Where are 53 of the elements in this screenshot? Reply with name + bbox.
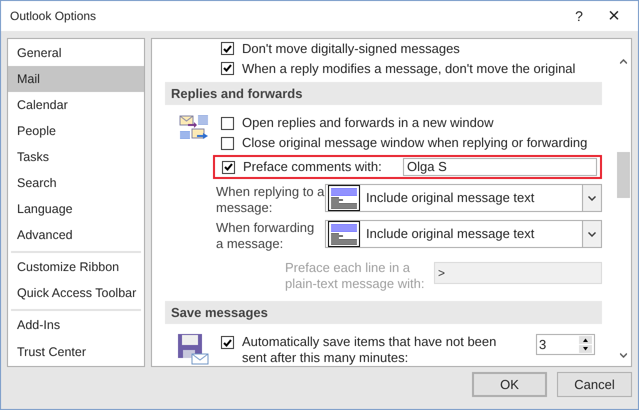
scroll-down-icon[interactable] — [620, 353, 627, 358]
ok-button[interactable]: OK — [472, 372, 547, 397]
increment-icon[interactable] — [579, 336, 592, 344]
dropdown-arrow-button[interactable] — [582, 185, 601, 211]
checkbox[interactable] — [221, 116, 234, 130]
dropdown-label: When forwarding a message: — [216, 220, 316, 252]
checkbox[interactable] — [221, 42, 234, 56]
chevron-down-icon — [588, 196, 596, 200]
scroll-up-icon[interactable] — [620, 59, 627, 64]
section-heading: Save messages — [165, 301, 602, 324]
sidebar-item[interactable]: General — [8, 40, 144, 66]
message-format-dropdown[interactable]: Include original message text — [325, 220, 602, 248]
sidebar-item[interactable]: Customize Ribbon — [8, 254, 144, 281]
decrement-icon[interactable] — [579, 345, 592, 353]
message-layout-icon — [328, 185, 360, 211]
dropdown-label: When replying to a message: — [216, 184, 325, 216]
spinner-value: 3 — [538, 336, 548, 354]
checkbox[interactable] — [222, 160, 235, 174]
option-label: Preface comments with: — [243, 158, 383, 176]
scrollbar-thumb[interactable] — [617, 152, 630, 198]
option-label: Automatically save items that have not been sent after this many minutes: — [242, 334, 498, 366]
sidebar-item[interactable]: Search — [8, 170, 144, 197]
reply-forward-icon — [179, 115, 209, 142]
section-heading: Replies and forwards — [165, 82, 602, 105]
sidebar-item[interactable]: Add-Ins — [8, 312, 144, 339]
sidebar-item[interactable]: Trust Center — [8, 338, 144, 365]
sidebar-item[interactable]: Quick Access Toolbar — [8, 280, 144, 307]
sidebar-item[interactable]: Calendar — [8, 92, 144, 118]
preface-name-field[interactable]: Olga S — [403, 158, 597, 176]
option-label: Open replies and forwards in a new window — [242, 114, 494, 132]
sidebar-item[interactable]: Language — [8, 196, 144, 223]
checkbox[interactable] — [221, 62, 234, 75]
dropdown-value: Include original message text — [366, 189, 536, 208]
checkbox[interactable] — [221, 136, 234, 150]
option-label: Don't move digitally-signed messages — [242, 40, 460, 58]
minutes-spinner[interactable]: 3 — [536, 334, 595, 355]
dropdown-value: Include original message text — [366, 225, 536, 244]
close-button[interactable]: × — [599, 6, 629, 26]
message-layout-icon — [328, 221, 360, 247]
dropdown-arrow-button[interactable] — [582, 221, 601, 247]
sidebar-item[interactable]: People — [8, 118, 144, 144]
chevron-down-icon — [588, 232, 596, 236]
checkbox[interactable] — [221, 336, 234, 349]
cancel-button[interactable]: Cancel — [557, 372, 632, 397]
sidebar-item[interactable]: Advanced — [8, 222, 144, 249]
message-format-dropdown[interactable]: Include original message text — [325, 184, 602, 212]
window-title: Outlook Options — [10, 8, 98, 25]
option-label: Close original message window when replying or forwarding — [242, 134, 588, 152]
help-button[interactable]: ? — [559, 6, 599, 26]
sidebar-item[interactable]: Mail — [8, 66, 144, 92]
sidebar-item[interactable]: Tasks — [8, 144, 144, 170]
prefix-label: Preface each line in a plain-text message with: — [285, 260, 426, 292]
option-label: When a reply modifies a message, don't move the original — [242, 60, 576, 78]
